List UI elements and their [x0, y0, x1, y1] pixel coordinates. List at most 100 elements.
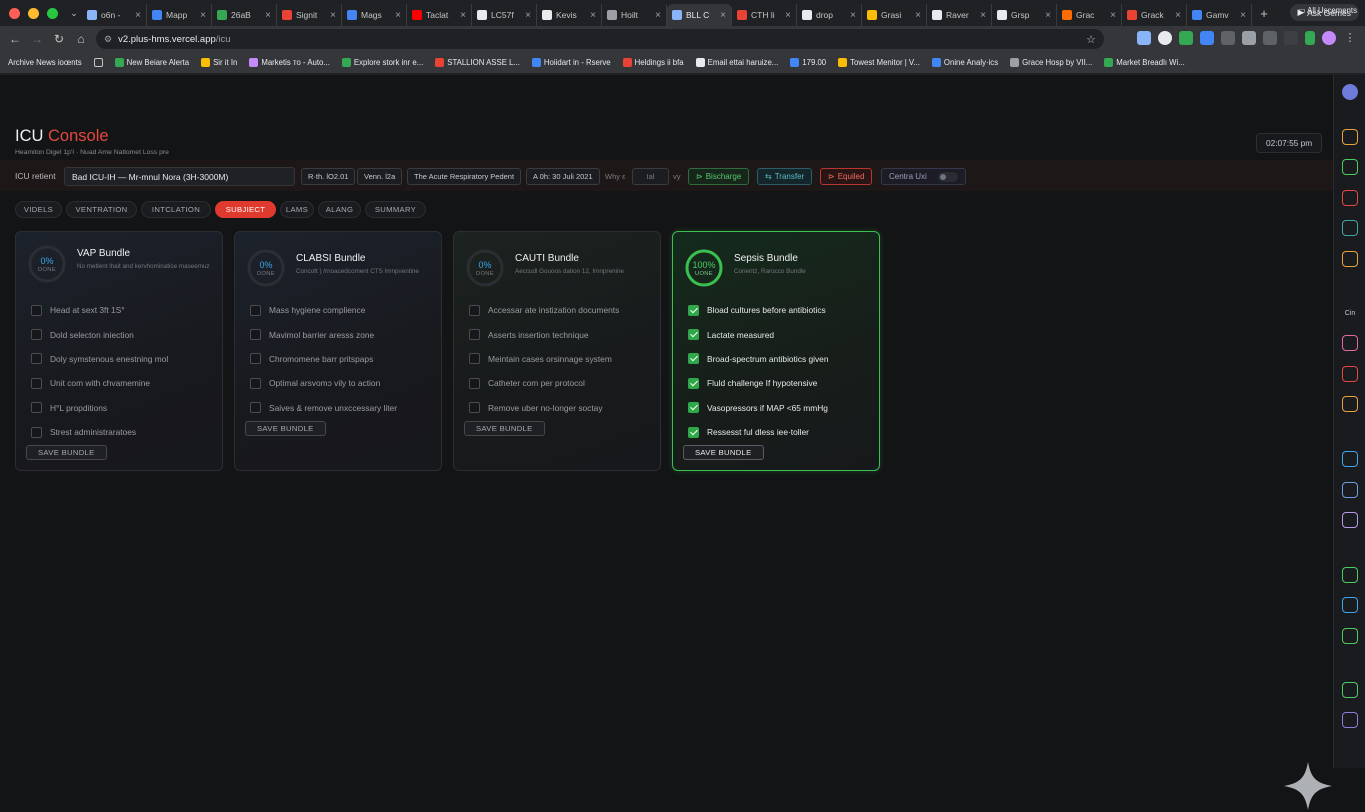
checkbox[interactable] — [469, 402, 480, 414]
browser-tab[interactable]: 26aB × — [212, 4, 277, 26]
image-icon[interactable] — [1342, 628, 1358, 644]
bookmark-item[interactable]: Heldings ii bfa — [622, 58, 684, 67]
browser-tab[interactable]: Gamv × — [1187, 4, 1252, 26]
browser-tab[interactable]: Mags × — [342, 4, 407, 26]
close-tab-icon[interactable]: × — [265, 10, 271, 21]
close-tab-icon[interactable]: × — [720, 10, 726, 21]
bookmark-item[interactable]: Onine Analy·ics — [931, 58, 998, 67]
r-icon[interactable] — [1342, 129, 1358, 145]
tab-alang[interactable]: ALANG — [318, 201, 361, 218]
reload-icon[interactable]: ↻ — [48, 32, 70, 46]
save-bundle-button[interactable]: SAVE BUNDLE — [683, 445, 764, 460]
checklist-item[interactable]: Bload cultures before antibiotics — [688, 298, 829, 322]
checklist-item[interactable]: Accessar ate instization documents — [469, 298, 619, 322]
bookmark-item[interactable]: Grace Hosp by VII... — [1010, 58, 1092, 67]
all-bookmarks[interactable]: ▭ All Uscements — [1298, 6, 1357, 15]
people-icon[interactable] — [1342, 159, 1358, 175]
browser-tab[interactable]: Kevis × — [537, 4, 602, 26]
checklist-item[interactable]: Head at sext 3ft 1S° — [31, 298, 168, 322]
transfer-button[interactable]: ⇆ Transfer — [757, 168, 813, 185]
checkbox[interactable] — [250, 377, 261, 389]
checklist-item[interactable]: Doly symstenous enestning mol — [31, 347, 168, 371]
browser-tab[interactable]: Grasi × — [862, 4, 927, 26]
checklist-item[interactable]: Broad-spectrum antibiotics given — [688, 347, 829, 371]
browser-tab[interactable]: CTH li × — [732, 4, 797, 26]
close-tab-icon[interactable]: × — [135, 10, 141, 21]
profile-avatar[interactable] — [1322, 31, 1336, 45]
triangle-icon[interactable] — [1342, 451, 1358, 467]
checkbox[interactable] — [31, 426, 42, 438]
checklist-item[interactable]: H°L propditions — [31, 396, 168, 420]
checklist-item[interactable]: Dold selecton iniection — [31, 322, 168, 346]
close-tab-icon[interactable]: × — [590, 10, 596, 21]
extension-icon[interactable] — [1263, 31, 1277, 45]
close-tab-icon[interactable]: × — [785, 10, 791, 21]
tab-subjiect[interactable]: SUBJIECT — [215, 201, 276, 218]
checkbox[interactable] — [31, 402, 42, 414]
checklist-item[interactable]: Optimal arsvomɔ vily to action — [250, 371, 397, 395]
checklist-item[interactable]: Mavimol barrier aresss zone — [250, 322, 397, 346]
close-tab-icon[interactable]: × — [395, 10, 401, 21]
folder-icon[interactable] — [93, 58, 103, 67]
bookmark-item[interactable]: Marketis ᴛo - Auto... — [249, 58, 330, 67]
link-icon[interactable] — [1342, 682, 1358, 698]
square-icon[interactable] — [1342, 712, 1358, 728]
profile-icon[interactable] — [1342, 84, 1358, 100]
checkbox[interactable] — [688, 426, 699, 438]
close-tab-icon[interactable]: × — [1045, 10, 1051, 21]
checklist-item[interactable]: Mass hygiene complience — [250, 298, 397, 322]
site-info-icon[interactable]: ⚙ — [104, 34, 112, 45]
checklist-item[interactable]: Saives & remove unxccessary liter — [250, 396, 397, 420]
forward-icon[interactable]: → — [26, 32, 48, 46]
close-tab-icon[interactable]: × — [915, 10, 921, 21]
browser-tab[interactable]: o6n - × — [82, 4, 147, 26]
close-tab-icon[interactable]: × — [200, 10, 206, 21]
checklist-item[interactable]: Asserts insertion technique — [469, 322, 619, 346]
checkbox[interactable] — [31, 377, 42, 389]
close-tab-icon[interactable]: × — [525, 10, 531, 21]
checkbox[interactable] — [469, 329, 480, 341]
toggle-switch[interactable] — [937, 171, 958, 182]
edit-icon[interactable] — [1342, 396, 1358, 412]
bookmark-item[interactable]: Email ettai haruize... — [695, 58, 778, 67]
new-tab-button[interactable]: + — [1253, 6, 1275, 21]
extension-icon[interactable] — [1137, 31, 1151, 45]
close-tab-icon[interactable]: × — [850, 10, 856, 21]
browser-tab[interactable]: Signit × — [277, 4, 342, 26]
browser-tab[interactable]: Grack × — [1122, 4, 1187, 26]
save-bundle-button[interactable]: SAVE BUNDLE — [26, 445, 107, 460]
heart-outline-icon[interactable] — [1342, 366, 1358, 382]
menu-icon[interactable]: ⋮ — [1343, 31, 1357, 45]
close-tab-icon[interactable]: × — [330, 10, 336, 21]
checkbox[interactable] — [688, 402, 699, 414]
checklist-item[interactable]: Catheter com per protocol — [469, 371, 619, 395]
save-bundle-button[interactable]: SAVE BUNDLE — [464, 421, 545, 436]
close-tab-icon[interactable]: × — [460, 10, 466, 21]
network-icon[interactable] — [1342, 597, 1358, 613]
bug-icon[interactable] — [1342, 190, 1358, 206]
bookmark-item[interactable]: 179.00 — [790, 58, 826, 67]
bookmark-item[interactable]: Sir it In — [201, 58, 237, 67]
puzzle-icon[interactable] — [1284, 31, 1298, 45]
browser-tab[interactable]: Mapp × — [147, 4, 212, 26]
checkbox[interactable] — [469, 304, 480, 316]
checkbox[interactable] — [469, 353, 480, 365]
patient-select[interactable]: Bad ICU-IH — Mr-mnul Nora (3H-3000M) — [64, 167, 295, 186]
extension-icon[interactable] — [1242, 31, 1256, 45]
bookmark-star-icon[interactable]: ☆ — [1086, 33, 1096, 46]
checkbox[interactable] — [31, 329, 42, 341]
extension-icon[interactable] — [1158, 31, 1172, 45]
extension-icon[interactable] — [1200, 31, 1214, 45]
extension-icon[interactable] — [1221, 31, 1235, 45]
bookmark-item[interactable]: New Beiare Alerta — [114, 58, 189, 67]
central-toggle[interactable]: Centra Uxi — [881, 168, 966, 185]
browser-tab[interactable]: Taclat × — [407, 4, 472, 26]
tab-videls[interactable]: VIDELS — [15, 201, 62, 218]
checklist-item[interactable]: Meintain cases orsinnage system — [469, 347, 619, 371]
checklist-item[interactable]: Chromomene barr pritspaps — [250, 347, 397, 371]
maximize-window-button[interactable] — [47, 7, 58, 19]
address-bar[interactable]: ⚙ v2.plus-hms.vercel.app/icu ☆ — [96, 29, 1104, 49]
save-bundle-button[interactable]: SAVE BUNDLE — [245, 421, 326, 436]
bookmark-item[interactable]: Explore stork inr e... — [341, 58, 423, 67]
checklist-item[interactable]: Fluld challenge If hypotensive — [688, 371, 829, 395]
